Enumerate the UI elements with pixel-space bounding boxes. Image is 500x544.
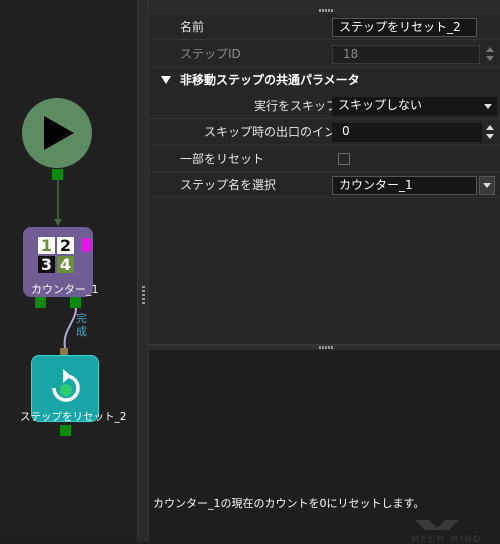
name-input[interactable]: ステップをリセット_2	[332, 18, 477, 37]
svg-text:MECH MIND: MECH MIND	[411, 535, 482, 544]
reset-node-input-port[interactable]	[60, 348, 68, 355]
counter-node-port-left[interactable]	[35, 297, 46, 308]
properties-panel: 名前 ステップをリセット_2 ステップID 18 非移動ステップの共通パラメータ…	[149, 0, 500, 544]
counter-node-port-right[interactable]	[70, 297, 81, 308]
mech-mind-watermark-logo: MECH MIND	[411, 520, 482, 544]
skip-dropdown-arrow-icon[interactable]	[484, 104, 492, 109]
step-id-field: 18	[332, 45, 480, 64]
splitter-grip[interactable]	[142, 286, 145, 304]
reset-node-label: ステップをリセット_2	[20, 411, 127, 423]
drag-handle-middle[interactable]	[319, 346, 333, 349]
start-node[interactable]	[22, 98, 92, 168]
step-id-spin-arrows-icon	[485, 47, 495, 63]
description-area: カウンター_1の現在のカウントを0にリセットします。 MECH MIND	[149, 350, 500, 544]
select-step-dropdown-button[interactable]	[479, 176, 495, 195]
counter-indicator	[81, 238, 91, 252]
reset-icon	[52, 369, 80, 402]
select-step-input[interactable]: カウンター_1	[332, 176, 477, 195]
drag-handle-top[interactable]	[319, 9, 333, 12]
exit-spin-arrows-icon[interactable]	[485, 125, 495, 141]
digit-4: 4	[57, 256, 74, 273]
vertical-splitter[interactable]	[137, 0, 149, 542]
skip-dropdown[interactable]: スキップしない	[332, 97, 497, 116]
select-step-label: ステップ名を選択	[180, 178, 277, 192]
step-id-label: ステップID	[180, 47, 241, 61]
partial-reset-label: 一部をリセット	[180, 152, 265, 166]
digit-2: 2	[57, 237, 74, 254]
digit-1: 1	[38, 237, 55, 254]
section-common-params[interactable]: 非移動ステップの共通パラメータ	[149, 68, 500, 92]
row-exit-port: スキップ時の出口のイン… 0	[149, 119, 500, 145]
exit-spinbox[interactable]: 0	[332, 123, 482, 142]
exit-label: スキップ時の出口のイン…	[204, 125, 349, 139]
step-description: カウンター_1の現在のカウントを0にリセットします。	[153, 497, 425, 510]
counter-digits-icon: 1 2 3 4	[38, 237, 74, 273]
reset-node-output-port[interactable]	[60, 425, 71, 436]
row-skip: 実行をスキップ スキップしない	[149, 93, 500, 119]
row-step-id: ステップID 18	[149, 41, 500, 67]
row-name: 名前 ステップをリセット_2	[149, 14, 500, 40]
dropdown-arrow-icon	[483, 183, 491, 188]
section-title: 非移動ステップの共通パラメータ	[180, 73, 360, 87]
skip-label: 実行をスキップ	[254, 99, 339, 113]
flow-canvas[interactable]: 1 2 3 4 カウンター_1 完成 ステップをリセット_2	[0, 0, 137, 542]
counter-node[interactable]: 1 2 3 4 カウンター_1	[23, 227, 99, 297]
start-node-output-port[interactable]	[52, 169, 63, 180]
partial-reset-checkbox[interactable]	[338, 153, 350, 165]
counter-node-label: カウンター_1	[31, 283, 99, 296]
digit-3: 3	[38, 256, 55, 273]
row-partial-reset: 一部をリセット	[149, 146, 500, 172]
play-icon	[44, 116, 74, 150]
row-select-step: ステップ名を選択 カウンター_1	[149, 172, 500, 198]
name-label: 名前	[180, 20, 205, 34]
collapse-triangle-icon[interactable]	[161, 76, 171, 84]
connection-label: 完成	[76, 312, 87, 338]
panel-top-strip	[149, 0, 500, 14]
